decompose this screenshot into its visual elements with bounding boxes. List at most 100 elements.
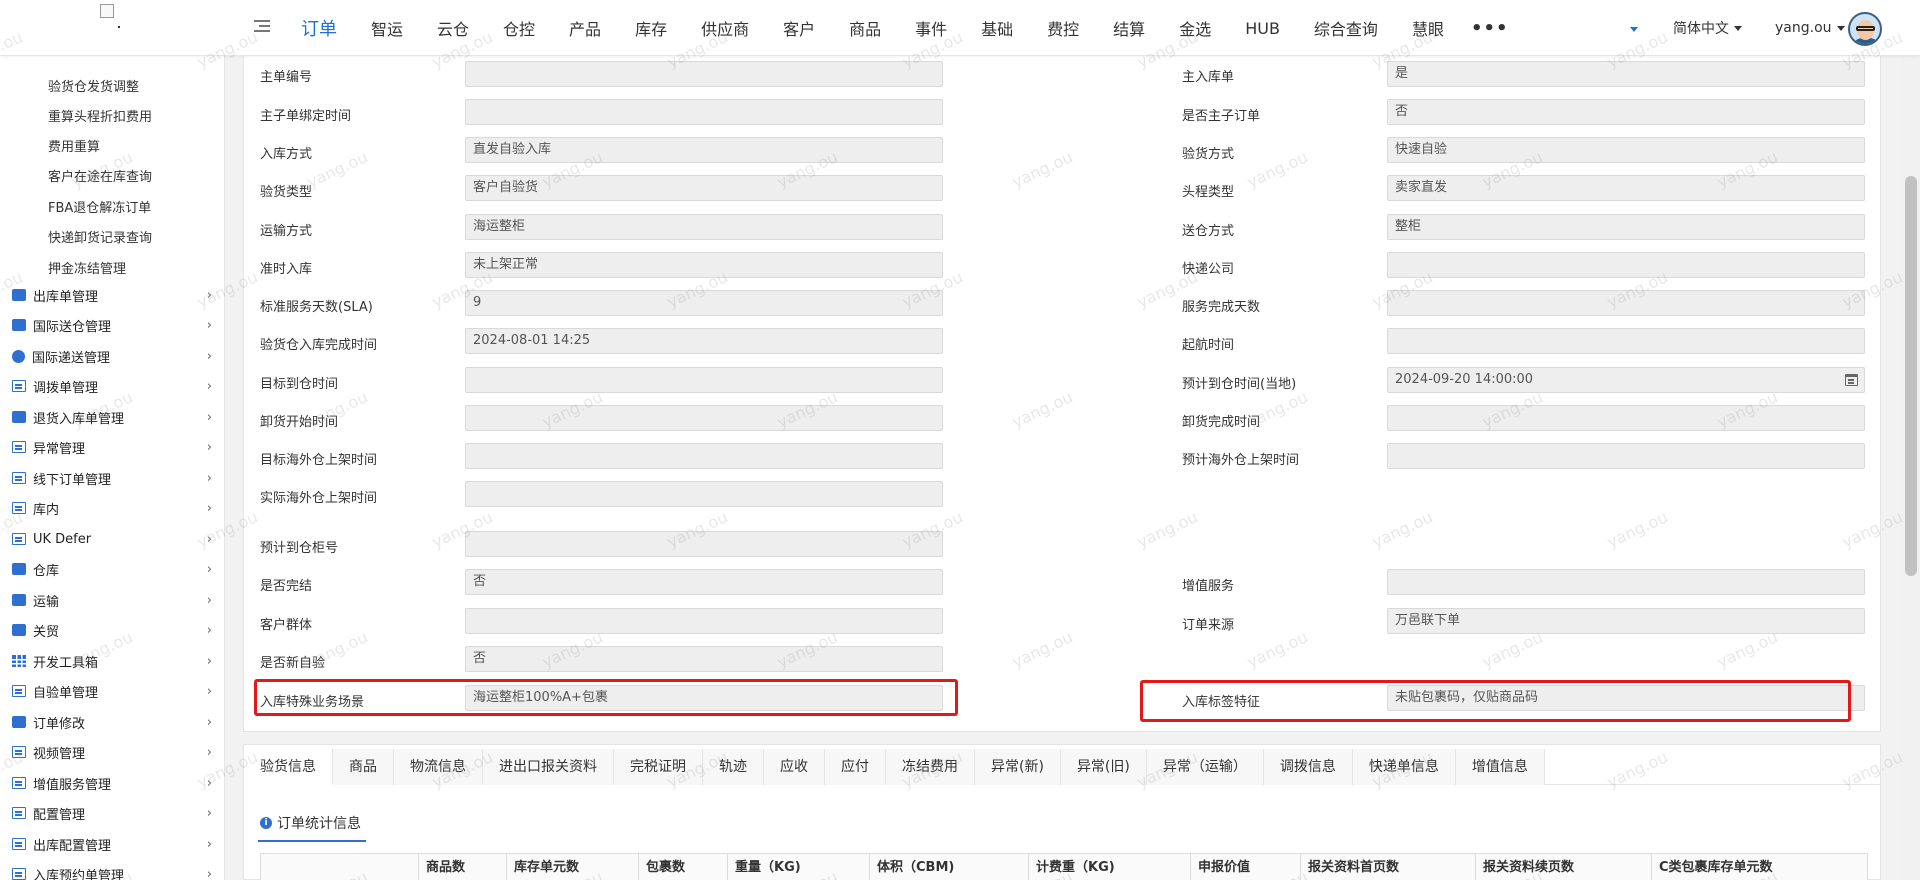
transport-method-field[interactable]: 海运整柜: [465, 214, 943, 240]
tab-frozen-fees[interactable]: 冻结费用: [886, 749, 975, 785]
value-added-services-field[interactable]: [1387, 569, 1865, 595]
is-new-self-inspection-field[interactable]: 否: [465, 646, 943, 672]
first-leg-type-field[interactable]: 卖家直发: [1387, 175, 1865, 201]
menu-item-inventory[interactable]: 库存: [618, 16, 684, 40]
sidebar-item-transfer[interactable]: 调拨单管理 ›: [12, 375, 212, 397]
sidebar-subitem-partial[interactable]: ·········: [48, 56, 85, 61]
sidebar-item-in-warehouse[interactable]: 库内 ›: [12, 497, 212, 519]
menu-item-order[interactable]: 订单: [284, 15, 354, 41]
sidebar-item-outbound-config[interactable]: 出库配置管理 ›: [12, 833, 212, 855]
menu-item-jinxuan[interactable]: 金选: [1162, 16, 1228, 40]
menu-item-customer[interactable]: 客户: [766, 16, 832, 40]
sidebar-item-exception[interactable]: 异常管理 ›: [12, 436, 212, 458]
tab-tax-certificate[interactable]: 完税证明: [614, 749, 703, 785]
avatar[interactable]: [1848, 12, 1882, 46]
inspection-inbound-complete-time-field[interactable]: 2024-08-01 14:25: [465, 328, 943, 354]
scrollbar-thumb[interactable]: [1905, 176, 1917, 576]
order-source-field[interactable]: 万邑联下单: [1387, 608, 1865, 634]
menu-item-huiyan[interactable]: 慧眼: [1395, 16, 1461, 40]
sidebar-item-dev-tools[interactable]: 开发工具箱 ›: [12, 650, 212, 672]
tab-logistics-info[interactable]: 物流信息: [394, 749, 483, 785]
sidebar-item-inbound-booking[interactable]: 入库预约单管理 ›: [12, 863, 212, 880]
sidebar-subitem[interactable]: 快递卸货记录查询: [48, 227, 152, 246]
menu-item-cloud-warehouse[interactable]: 云仓: [420, 16, 486, 40]
departure-time-field[interactable]: [1387, 328, 1865, 354]
sidebar-subitem[interactable]: 验货仓发货调整: [48, 76, 139, 95]
expected-shelving-time-field[interactable]: [1387, 443, 1865, 469]
sidebar-item-offline-order[interactable]: 线下订单管理 ›: [12, 467, 212, 489]
tab-inspection-info[interactable]: 验货信息: [244, 749, 333, 785]
tab-exception-old[interactable]: 异常(旧): [1060, 749, 1147, 785]
sidebar-subitem[interactable]: 客户在途在库查询: [48, 166, 152, 185]
sidebar-item-order-edit[interactable]: 订单修改 ›: [12, 711, 212, 733]
sidebar-item-transport[interactable]: 运输 ›: [12, 589, 212, 611]
sidebar-item-self-inspection[interactable]: 自验单管理 ›: [12, 680, 212, 702]
tab-exception-new[interactable]: 异常(新): [975, 749, 1061, 785]
unload-complete-time-field[interactable]: [1387, 405, 1865, 431]
target-shelving-time-field[interactable]: [465, 443, 943, 469]
grid-icon: [12, 655, 26, 667]
courier-company-field[interactable]: [1387, 252, 1865, 278]
tab-transfer-info[interactable]: 调拨信息: [1263, 749, 1353, 785]
menu-item-hub[interactable]: HUB: [1228, 19, 1297, 38]
menu-toggle-icon[interactable]: [254, 20, 270, 33]
expected-container-number-field[interactable]: [465, 531, 943, 557]
expected-arrival-local-date-input[interactable]: 2024-09-20 14:00:00: [1387, 367, 1865, 393]
service-complete-days-field[interactable]: [1387, 290, 1865, 316]
menu-item-warehouse-control[interactable]: 仓控: [486, 16, 552, 40]
on-time-inbound-field[interactable]: 未上架正常: [465, 252, 943, 278]
sidebar-item-value-added[interactable]: 增值服务管理 ›: [12, 772, 212, 794]
tab-value-added-info[interactable]: 增值信息: [1455, 749, 1545, 785]
sidebar-subitem[interactable]: FBA退仓解冻订单: [48, 197, 151, 216]
actual-shelving-time-field[interactable]: [465, 481, 943, 507]
target-arrival-time-field[interactable]: [465, 367, 943, 393]
master-sub-bind-time-field[interactable]: [465, 99, 943, 125]
unload-start-time-field[interactable]: [465, 405, 943, 431]
calendar-icon[interactable]: [1845, 374, 1858, 386]
language-selector[interactable]: 简体中文: [1673, 0, 1742, 56]
dropdown-caret-icon[interactable]: [1630, 27, 1638, 32]
more-menu-icon[interactable]: •••: [1461, 18, 1519, 39]
menu-item-settlement[interactable]: 结算: [1096, 16, 1162, 40]
menu-item-goods[interactable]: 商品: [832, 16, 898, 40]
tab-goods[interactable]: 商品: [333, 749, 394, 785]
customer-group-field[interactable]: [465, 608, 943, 634]
sidebar-item-intl-express[interactable]: 国际递送管理 ›: [12, 345, 212, 367]
tab-receivable[interactable]: 应收: [764, 749, 825, 785]
inspection-method-field[interactable]: 快速自验: [1387, 137, 1865, 163]
menu-item-zhiyun[interactable]: 智运: [354, 16, 420, 40]
sidebar-item-uk-defer[interactable]: UK Defer ›: [12, 528, 212, 550]
master-inbound-order-field[interactable]: 是: [1387, 61, 1865, 87]
is-completed-field[interactable]: 否: [465, 569, 943, 595]
page-scrollbar[interactable]: [1902, 56, 1920, 880]
inspection-type-field[interactable]: 客户自验货: [465, 175, 943, 201]
tab-exception-transport[interactable]: 异常（运输）: [1146, 749, 1264, 785]
menu-item-supplier[interactable]: 供应商: [684, 16, 766, 40]
menu-item-basic[interactable]: 基础: [964, 16, 1030, 40]
sidebar-item-outbound[interactable]: 出库单管理 ›: [12, 284, 212, 306]
logo-broken-image-icon[interactable]: [100, 4, 124, 28]
sidebar-item-config[interactable]: 配置管理 ›: [12, 802, 212, 824]
sla-days-field[interactable]: 9: [465, 290, 943, 316]
is-master-sub-order-field[interactable]: 否: [1387, 99, 1865, 125]
sidebar-item-customs[interactable]: 关贸 ›: [12, 619, 212, 641]
sidebar-item-return-inbound[interactable]: 退货入库单管理 ›: [12, 406, 212, 428]
inbound-method-field[interactable]: 直发自验入库: [465, 137, 943, 163]
sidebar-item-warehouse[interactable]: 仓库 ›: [12, 558, 212, 580]
menu-item-event[interactable]: 事件: [898, 16, 964, 40]
sidebar-subitem[interactable]: 重算头程折扣费用: [48, 106, 152, 125]
user-menu[interactable]: yang.ou: [1775, 0, 1845, 56]
sidebar-item-intl-delivery[interactable]: 国际送仓管理 ›: [12, 314, 212, 336]
sidebar-item-video[interactable]: 视频管理 ›: [12, 741, 212, 763]
tab-payable[interactable]: 应付: [825, 749, 886, 785]
sidebar-subitem[interactable]: 费用重算: [48, 136, 100, 155]
delivery-method-field[interactable]: 整柜: [1387, 214, 1865, 240]
master-order-number-field[interactable]: [465, 61, 943, 87]
menu-item-comprehensive-query[interactable]: 综合查询: [1297, 16, 1395, 40]
menu-item-product[interactable]: 产品: [552, 16, 618, 40]
tab-tracking[interactable]: 轨迹: [703, 749, 764, 785]
tab-customs-docs[interactable]: 进出口报关资料: [483, 749, 614, 785]
sidebar-subitem[interactable]: 押金冻结管理: [48, 258, 126, 277]
tab-express-info[interactable]: 快递单信息: [1352, 749, 1456, 785]
menu-item-cost-control[interactable]: 费控: [1030, 16, 1096, 40]
